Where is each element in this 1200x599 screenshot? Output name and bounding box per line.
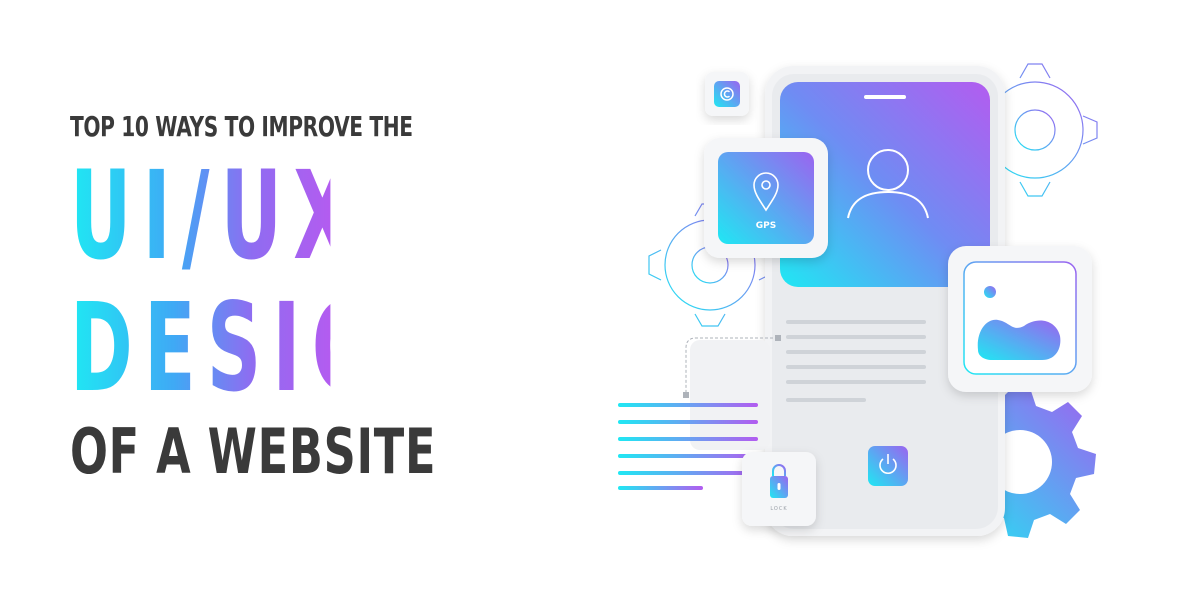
headline-of-a-website: OF A WEBSITE — [70, 415, 437, 488]
banner: TOP 10 WAYS TO IMPROVE THE UI/UX DESIGN … — [0, 0, 1200, 599]
gps-tile: GPS — [704, 138, 828, 258]
power-tile — [868, 446, 908, 486]
side-card — [690, 340, 770, 450]
phone-speaker — [864, 95, 906, 99]
copyright-tile — [705, 72, 749, 116]
gps-label: GPS — [756, 221, 776, 231]
headline-design: DESIGN — [70, 277, 460, 419]
lock-tile: LOCK — [742, 452, 816, 526]
lock-label: LOCK — [770, 506, 787, 512]
phone-illustration: GPS LOCK — [600, 50, 1120, 550]
image-tile — [948, 246, 1092, 392]
headline: TOP 10 WAYS TO IMPROVE THE UI/UX DESIGN … — [70, 110, 490, 486]
headline-ui-ux: UI/UX — [70, 145, 363, 287]
